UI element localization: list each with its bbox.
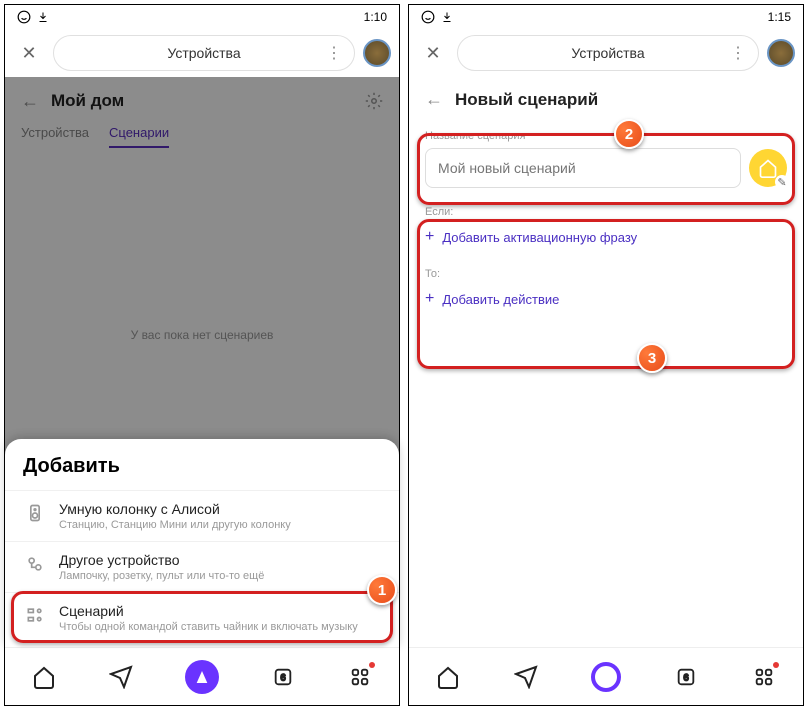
nav-send-icon[interactable] xyxy=(108,664,134,690)
clock: 1:15 xyxy=(768,10,791,24)
nav-alice-icon[interactable] xyxy=(591,662,621,692)
nav-send-icon[interactable] xyxy=(513,664,539,690)
nav-home-icon[interactable] xyxy=(435,664,461,690)
badge-2: 2 xyxy=(614,119,644,149)
whatsapp-icon xyxy=(17,10,31,24)
statusbar: 1:10 xyxy=(5,5,399,29)
nav-alice-icon[interactable] xyxy=(185,660,219,694)
edit-pencil-icon: ✎ xyxy=(775,175,789,189)
nav-tabs-icon[interactable]: 6 xyxy=(270,664,296,690)
sheet-item-device[interactable]: Другое устройство Лампочку, розетку, пул… xyxy=(5,541,399,592)
close-button[interactable]: ✕ xyxy=(13,43,45,64)
svg-text:6: 6 xyxy=(281,672,286,682)
add-phrase-button[interactable]: + Добавить активационную фразу xyxy=(409,222,803,258)
avatar[interactable] xyxy=(767,39,795,67)
plus-icon: + xyxy=(425,228,434,246)
svg-text:6: 6 xyxy=(683,672,688,682)
speaker-icon xyxy=(23,501,47,525)
phone-right: 1:15 ✕ Устройства ⋮ ← Новый сценарий Наз… xyxy=(408,4,804,706)
nav-home-icon[interactable] xyxy=(31,664,57,690)
scenario-icon xyxy=(23,603,47,627)
nav-menu-icon[interactable] xyxy=(751,664,777,690)
statusbar: 1:15 xyxy=(409,5,803,29)
badge-3: 3 xyxy=(637,343,667,373)
phone-left: 1:10 ✕ Устройства ⋮ ← Мой дом Устройства… xyxy=(4,4,400,706)
more-icon[interactable]: ⋮ xyxy=(326,43,342,63)
sheet-item-sub: Лампочку, розетку, пульт или что-то ещё xyxy=(59,570,264,582)
sheet-item-speaker[interactable]: Умную колонку с Алисой Станцию, Станцию … xyxy=(5,490,399,541)
nav-tabs-icon[interactable]: 6 xyxy=(673,664,699,690)
sheet-item-scenario[interactable]: Сценарий Чтобы одной командой ставить ча… xyxy=(5,592,399,643)
badge-1: 1 xyxy=(367,575,397,605)
more-icon[interactable]: ⋮ xyxy=(730,43,746,63)
clock: 1:10 xyxy=(364,10,387,24)
topbar: ✕ Устройства ⋮ xyxy=(409,29,803,77)
bottom-sheet: Добавить Умную колонку с Алисой Станцию,… xyxy=(5,439,399,647)
bottom-nav: 6 xyxy=(409,647,803,705)
nav-menu-icon[interactable] xyxy=(347,664,373,690)
title-pill[interactable]: Устройства ⋮ xyxy=(457,35,759,71)
sheet-item-sub: Станцию, Станцию Мини или другую колонку xyxy=(59,519,291,531)
close-button[interactable]: ✕ xyxy=(417,43,449,64)
title-text: Устройства xyxy=(167,45,240,61)
screen-header: ← Новый сценарий xyxy=(409,77,803,122)
add-action-label: Добавить действие xyxy=(442,292,559,307)
add-action-button[interactable]: + Добавить действие xyxy=(409,284,803,320)
sheet-title: Добавить xyxy=(5,455,399,490)
sheet-item-title: Сценарий xyxy=(59,603,358,619)
whatsapp-icon xyxy=(421,10,435,24)
icon-picker-button[interactable]: ✎ xyxy=(749,149,787,187)
download-icon xyxy=(37,11,49,23)
add-phrase-label: Добавить активационную фразу xyxy=(442,230,637,245)
device-icon xyxy=(23,552,47,576)
name-field-group: Название сценария ✎ xyxy=(409,122,803,196)
screen-title: Новый сценарий xyxy=(455,90,598,110)
sheet-item-title: Умную колонку с Алисой xyxy=(59,501,291,517)
sheet-item-title: Другое устройство xyxy=(59,552,264,568)
title-pill[interactable]: Устройства ⋮ xyxy=(53,35,355,71)
download-icon xyxy=(441,11,453,23)
back-icon[interactable]: ← xyxy=(425,89,443,110)
avatar[interactable] xyxy=(363,39,391,67)
topbar: ✕ Устройства ⋮ xyxy=(5,29,399,77)
name-label: Название сценария xyxy=(425,130,787,142)
plus-icon: + xyxy=(425,290,434,308)
bottom-nav: 6 xyxy=(5,647,399,705)
scenario-name-input[interactable] xyxy=(425,148,741,188)
sheet-item-sub: Чтобы одной командой ставить чайник и вк… xyxy=(59,621,358,633)
if-label: Если: xyxy=(409,196,803,222)
title-text: Устройства xyxy=(571,45,644,61)
then-label: То: xyxy=(409,258,803,284)
